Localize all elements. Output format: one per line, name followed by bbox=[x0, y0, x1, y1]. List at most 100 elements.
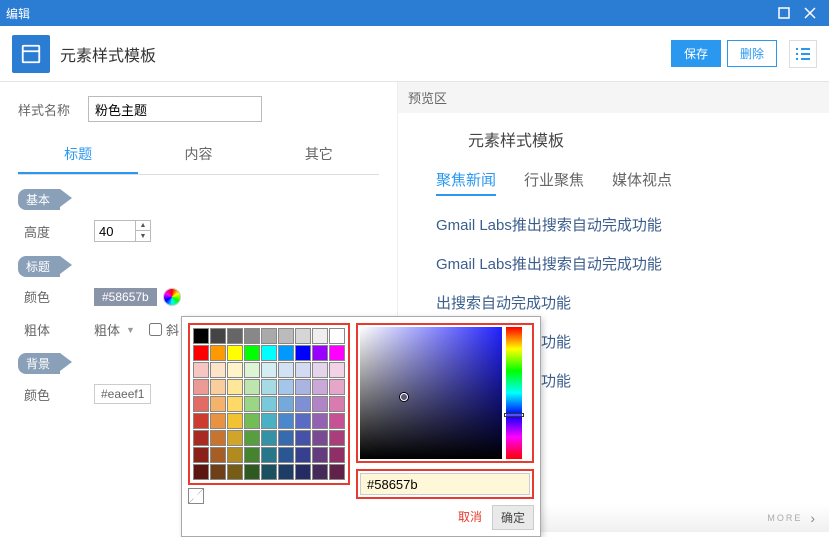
color-swatch[interactable] bbox=[193, 396, 209, 412]
color-swatch[interactable] bbox=[227, 379, 243, 395]
color-swatch[interactable] bbox=[210, 396, 226, 412]
spinner-up-icon[interactable]: ▲ bbox=[136, 221, 150, 231]
color-swatch[interactable] bbox=[261, 328, 277, 344]
name-input[interactable] bbox=[88, 96, 262, 122]
color-swatch[interactable] bbox=[278, 396, 294, 412]
color-swatch[interactable] bbox=[312, 379, 328, 395]
bg-color-value[interactable]: #eaeef1 bbox=[94, 384, 151, 404]
color-swatch[interactable] bbox=[261, 396, 277, 412]
color-swatch[interactable] bbox=[227, 447, 243, 463]
color-swatch[interactable] bbox=[312, 413, 328, 429]
color-cancel-button[interactable]: 取消 bbox=[450, 505, 490, 530]
tab-other[interactable]: 其它 bbox=[259, 136, 379, 174]
color-swatch[interactable] bbox=[244, 379, 260, 395]
bold-select[interactable]: 粗体 bbox=[94, 320, 120, 339]
color-swatch[interactable] bbox=[278, 430, 294, 446]
color-swatch[interactable] bbox=[193, 362, 209, 378]
color-swatch[interactable] bbox=[295, 396, 311, 412]
color-swatch[interactable] bbox=[329, 464, 345, 480]
color-swatch[interactable] bbox=[227, 362, 243, 378]
color-swatch[interactable] bbox=[295, 328, 311, 344]
color-swatch[interactable] bbox=[227, 345, 243, 361]
tab-title[interactable]: 标题 bbox=[18, 136, 138, 174]
color-swatch[interactable] bbox=[278, 362, 294, 378]
color-swatch[interactable] bbox=[193, 430, 209, 446]
list-item[interactable]: 出搜索自动完成功能 bbox=[436, 292, 829, 313]
color-swatch[interactable] bbox=[261, 464, 277, 480]
color-swatch[interactable] bbox=[210, 362, 226, 378]
color-wheel-icon[interactable] bbox=[163, 288, 181, 306]
color-swatch[interactable] bbox=[210, 345, 226, 361]
color-swatch[interactable] bbox=[244, 362, 260, 378]
color-swatch[interactable] bbox=[244, 447, 260, 463]
color-swatch[interactable] bbox=[193, 345, 209, 361]
color-swatch[interactable] bbox=[261, 379, 277, 395]
color-swatch[interactable] bbox=[261, 447, 277, 463]
color-swatch[interactable] bbox=[210, 464, 226, 480]
color-swatch[interactable] bbox=[261, 430, 277, 446]
color-swatch[interactable] bbox=[210, 447, 226, 463]
color-swatch[interactable] bbox=[278, 379, 294, 395]
color-swatch[interactable] bbox=[244, 430, 260, 446]
color-swatch[interactable] bbox=[210, 379, 226, 395]
color-none-swatch[interactable]: ✓ bbox=[188, 488, 204, 504]
color-swatch[interactable] bbox=[261, 413, 277, 429]
color-swatch[interactable] bbox=[193, 413, 209, 429]
color-swatch[interactable] bbox=[244, 345, 260, 361]
color-swatch[interactable] bbox=[227, 328, 243, 344]
color-swatch[interactable] bbox=[244, 464, 260, 480]
color-swatch[interactable] bbox=[295, 379, 311, 395]
window-close-button[interactable] bbox=[797, 0, 823, 26]
list-item[interactable]: Gmail Labs推出搜索自动完成功能 bbox=[436, 253, 829, 274]
color-swatch[interactable] bbox=[295, 464, 311, 480]
color-swatch[interactable] bbox=[329, 447, 345, 463]
color-swatch[interactable] bbox=[227, 430, 243, 446]
color-swatch[interactable] bbox=[295, 413, 311, 429]
color-swatch[interactable] bbox=[312, 345, 328, 361]
color-swatch[interactable] bbox=[210, 413, 226, 429]
color-swatch[interactable] bbox=[329, 430, 345, 446]
list-view-button[interactable] bbox=[789, 40, 817, 68]
color-swatch[interactable] bbox=[244, 413, 260, 429]
italic-checkbox[interactable] bbox=[149, 323, 162, 336]
color-swatch[interactable] bbox=[329, 345, 345, 361]
color-swatch[interactable] bbox=[227, 396, 243, 412]
color-swatch[interactable] bbox=[227, 413, 243, 429]
color-swatch[interactable] bbox=[278, 413, 294, 429]
spinner-down-icon[interactable]: ▼ bbox=[136, 231, 150, 241]
color-swatch[interactable] bbox=[312, 396, 328, 412]
color-swatch[interactable] bbox=[312, 362, 328, 378]
color-swatch[interactable] bbox=[312, 328, 328, 344]
color-swatch[interactable] bbox=[261, 345, 277, 361]
tab-content[interactable]: 内容 bbox=[138, 136, 258, 174]
color-swatch[interactable] bbox=[295, 345, 311, 361]
color-swatch[interactable] bbox=[210, 328, 226, 344]
color-swatch[interactable] bbox=[295, 447, 311, 463]
color-swatch[interactable] bbox=[312, 447, 328, 463]
height-input[interactable] bbox=[94, 220, 136, 242]
list-item[interactable]: Gmail Labs推出搜索自动完成功能 bbox=[436, 214, 829, 235]
color-swatch[interactable] bbox=[227, 464, 243, 480]
height-spinner[interactable]: ▲ ▼ bbox=[136, 220, 151, 242]
title-color-value[interactable]: #58657b bbox=[94, 288, 157, 306]
color-swatch[interactable] bbox=[210, 430, 226, 446]
color-swatch[interactable] bbox=[329, 379, 345, 395]
color-swatch[interactable] bbox=[295, 362, 311, 378]
color-swatch[interactable] bbox=[312, 430, 328, 446]
color-saturation-box[interactable] bbox=[360, 327, 502, 459]
color-swatch[interactable] bbox=[193, 464, 209, 480]
color-swatch[interactable] bbox=[244, 396, 260, 412]
color-ok-button[interactable]: 确定 bbox=[492, 505, 534, 530]
delete-button[interactable]: 删除 bbox=[727, 40, 777, 67]
color-hex-input[interactable] bbox=[360, 473, 530, 495]
color-swatch[interactable] bbox=[193, 328, 209, 344]
color-swatch[interactable] bbox=[193, 447, 209, 463]
color-swatch[interactable] bbox=[278, 464, 294, 480]
color-swatch[interactable] bbox=[193, 379, 209, 395]
color-swatch[interactable] bbox=[278, 345, 294, 361]
preview-tab-industry[interactable]: 行业聚焦 bbox=[524, 169, 584, 196]
color-swatch[interactable] bbox=[261, 362, 277, 378]
color-swatch[interactable] bbox=[278, 328, 294, 344]
color-swatch[interactable] bbox=[329, 362, 345, 378]
preview-tab-media[interactable]: 媒体视点 bbox=[612, 169, 672, 196]
